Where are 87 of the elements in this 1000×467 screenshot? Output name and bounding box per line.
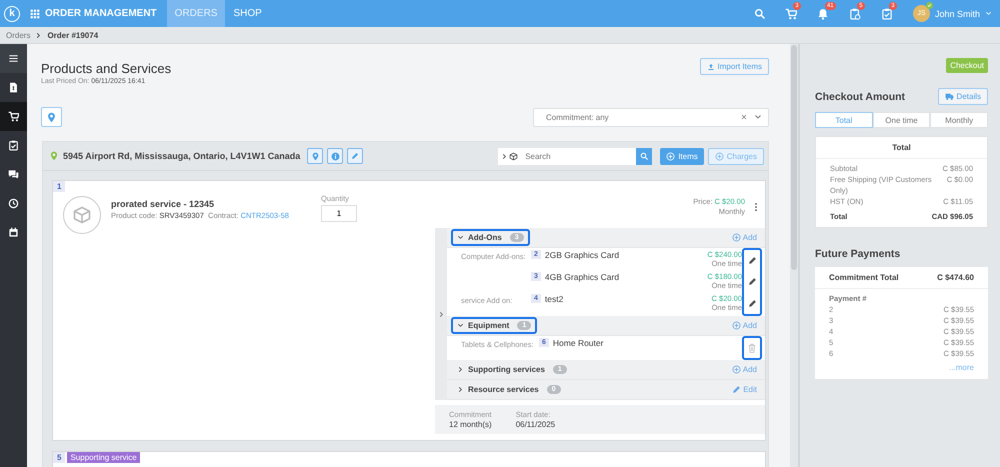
item-number: 1 [53,181,66,192]
clipboard-check-icon [880,8,893,20]
nav-tab[interactable]: ORDERS [166,0,226,27]
trash-icon [747,343,757,353]
app-logo[interactable]: k [4,6,20,22]
item-number: 5 [53,452,66,463]
chevron-icon [35,32,42,38]
truck-icon [944,92,954,101]
search-icon [640,152,648,160]
app-title: ORDER MANAGEMENT [45,8,157,19]
clock-icon [8,198,19,209]
sidebar-item[interactable] [0,44,27,73]
caret-icon [754,113,762,121]
clipboard-check-icon [8,140,19,151]
bell-icon [816,8,829,20]
map-pin-icon [310,152,320,160]
map-pin-icon [49,151,59,161]
plus-circle-icon [666,152,676,160]
commitment-value: 12 month(s) [449,420,492,429]
box-icon [509,152,518,160]
search-icon [754,8,765,19]
plus-circle-icon [714,152,724,160]
search-button[interactable] [636,148,652,164]
chevron-icon [457,386,464,393]
product-name: prorated service - 12345 [111,199,216,209]
amount-tab[interactable]: Total [815,112,873,128]
add-button[interactable]: Add [732,321,757,330]
caret-icon [985,10,992,17]
edit-button[interactable]: Edit [732,385,757,394]
amount-tab[interactable]: One time [872,112,930,128]
apps-grid-icon[interactable] [30,8,40,18]
chevron-icon[interactable] [438,310,444,318]
scrollbar[interactable] [790,44,798,467]
pencil-icon [748,276,756,286]
address-text: 5945 Airport Rd, Mississauga, Ontario, L4V1W1 Canada [63,151,300,161]
more-link[interactable]: ...more [829,362,974,372]
item-name: Home Router [552,338,604,348]
chat-icon [8,169,19,180]
checkout-button[interactable]: Checkout [946,58,988,73]
sidebar-item[interactable] [0,102,27,131]
chevron-icon [457,322,464,329]
pencil-icon [748,256,756,264]
chevron-icon [457,234,464,241]
add-button[interactable]: Add [732,365,757,374]
details-button[interactable]: Details [938,88,988,105]
pencil-icon [748,298,756,308]
location-button[interactable] [41,107,62,127]
import-items-button[interactable]: Import Items [700,58,769,75]
breadcrumb-item[interactable]: Orders [6,30,30,40]
add-items-button[interactable]: Items [660,148,704,164]
add-button[interactable]: Add [732,233,757,242]
section-title: Future Payments [815,248,902,260]
chevron-icon [457,366,464,373]
clear-icon[interactable] [740,113,748,121]
cart-icon [8,111,19,122]
summary-title: Total [816,137,987,159]
nav-tab[interactable]: SHOP [225,0,270,27]
quantity-field[interactable]: 1 [321,205,357,222]
add-charges-button[interactable]: Charges [708,148,764,164]
start-date-value: 06/11/2025 [516,420,556,429]
cart-icon [784,8,797,20]
page-title: Products and Services [41,61,172,76]
upload-icon [706,62,715,70]
map-pin-icon [46,112,57,122]
amount-tab[interactable]: Monthly [930,112,988,128]
service-tag: Supporting service [67,452,140,463]
item-name: 4GB Graphics Card [544,272,620,282]
pencil-icon [732,385,742,394]
calendar-icon [8,227,19,238]
product-icon [63,196,101,234]
invoice-icon [8,82,19,93]
item-name: test2 [544,294,564,304]
search-field[interactable]: Search [521,148,636,164]
plus-circle-icon [732,233,741,242]
commitment-select[interactable]: Commitment: any [533,108,769,126]
clipboard-clock-icon [848,8,861,20]
menu-icon [8,53,19,64]
breadcrumb-item: Order #19074 [47,30,98,40]
section-title: Checkout Amount [815,90,906,102]
chevron-icon [501,152,508,160]
plus-circle-icon [732,365,741,374]
commitment-total-amount: C $474.60 [937,273,974,282]
commitment-total-label: Commitment Total [829,273,899,282]
plus-circle-icon [732,321,741,330]
pencil-icon [351,152,360,160]
info-icon [330,152,340,160]
item-name: 2GB Graphics Card [544,250,620,260]
